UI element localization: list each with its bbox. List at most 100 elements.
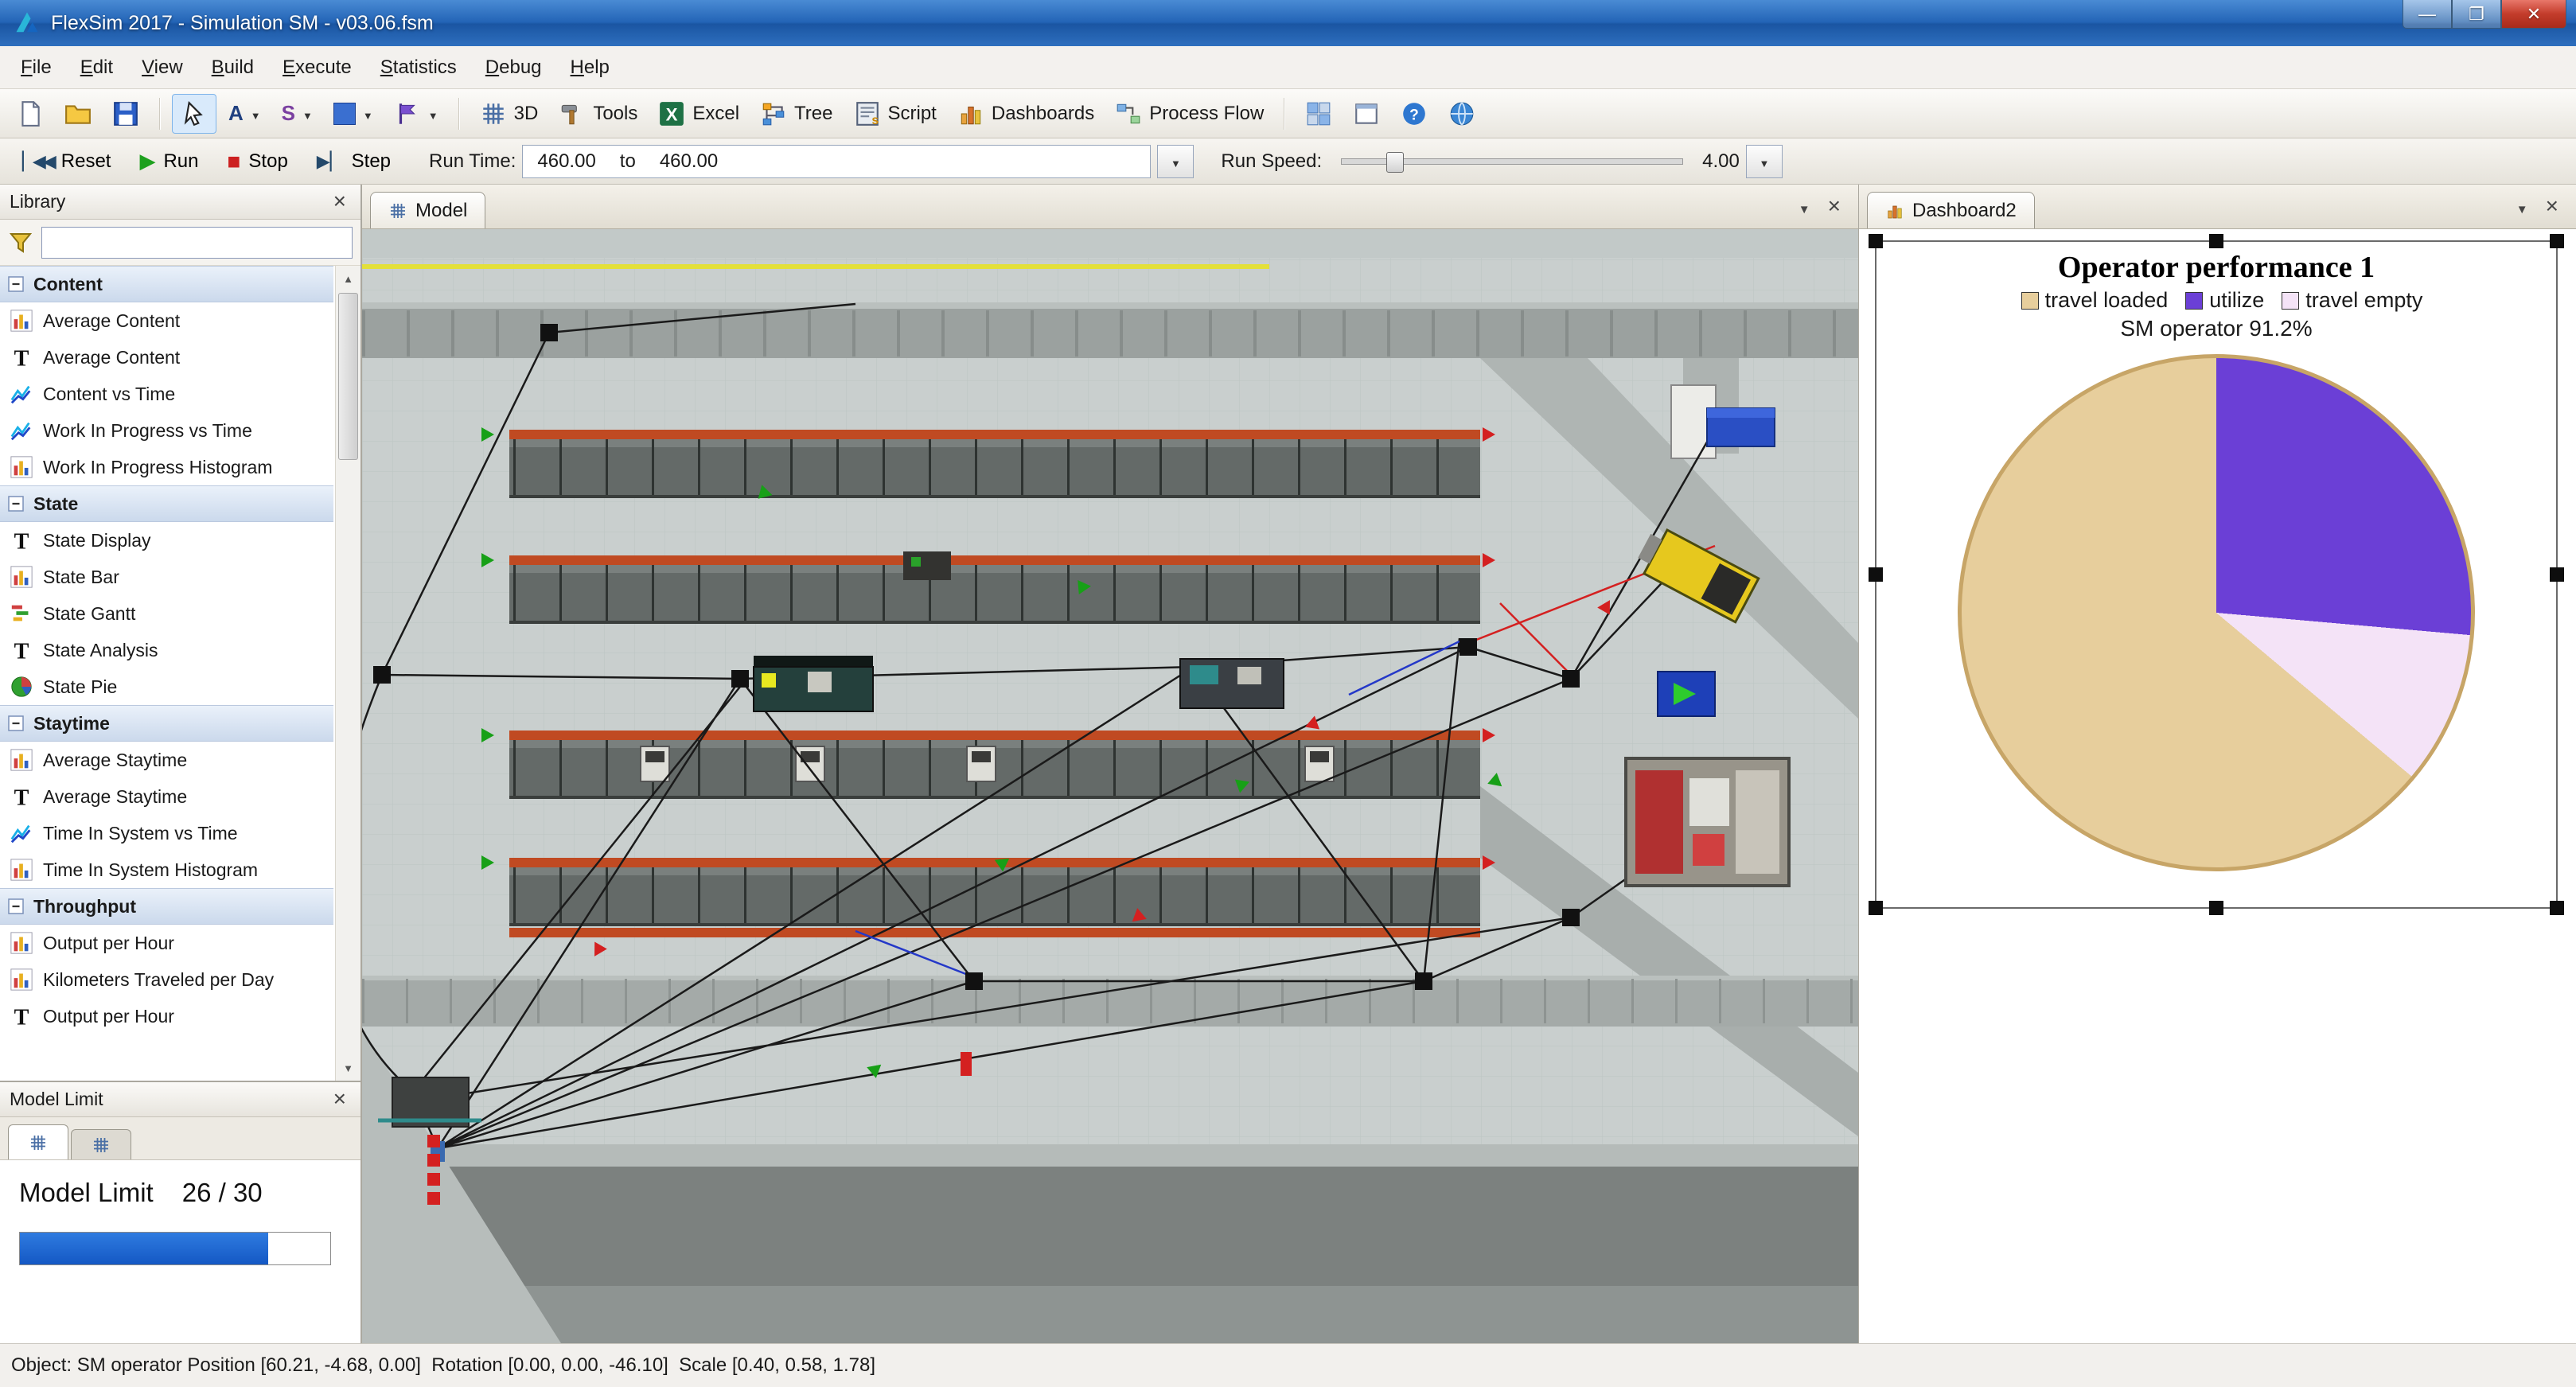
run-speed-dropdown-button[interactable] [1746,145,1783,178]
process-flow-button[interactable]: Process Flow [1106,94,1272,134]
menu-statistics[interactable]: Statistics [366,50,471,85]
chevron-down-icon[interactable] [428,103,438,125]
window-layout-button[interactable] [1296,94,1341,134]
measure-tool-button[interactable] [385,94,447,134]
online-button[interactable] [1440,94,1484,134]
library-item[interactable]: Time In System vs Time [0,815,333,851]
library-filter-input[interactable] [41,227,353,259]
library-item[interactable]: Average Staytime [0,778,333,815]
menu-edit[interactable]: Edit [66,50,127,85]
step-button[interactable]: Step [306,143,402,180]
connect-objects-s-button[interactable]: S [273,94,322,134]
new-window-button[interactable] [1344,94,1389,134]
minimize-button[interactable]: — [2403,0,2452,29]
scrollbar-thumb[interactable] [338,293,358,460]
dashboard-canvas[interactable]: Operator performance 1 travel loaded uti… [1859,229,2576,1343]
library-item[interactable]: State Pie [0,668,333,705]
menu-build[interactable]: Build [197,50,268,85]
excel-button[interactable]: Excel [649,94,748,134]
filter-funnel-icon[interactable] [8,230,33,255]
tab-list-dropdown-icon[interactable] [1799,197,1810,219]
selection-handle[interactable] [1869,901,1883,915]
selection-handle[interactable] [2550,901,2564,915]
library-item[interactable]: Average Staytime [0,742,333,778]
tab-dashboard2[interactable]: Dashboard2 [1867,192,2035,228]
library-item[interactable]: State Gantt [0,595,333,632]
library-item[interactable]: Output per Hour [0,925,333,961]
library-item[interactable]: Kilometers Traveled per Day [0,961,333,998]
library-section-throughput[interactable]: Throughput [0,888,333,925]
reset-button[interactable]: Reset [11,143,122,180]
menu-file[interactable]: File [6,50,66,85]
save-model-button[interactable] [103,94,148,134]
slider-thumb[interactable] [1386,152,1404,173]
tools-button[interactable]: Tools [550,94,646,134]
open-model-button[interactable] [56,94,100,134]
close-tab-icon[interactable] [2546,197,2558,219]
library-item[interactable]: State Bar [0,559,333,595]
tab-model[interactable]: Model [370,192,485,228]
selection-handle[interactable] [2550,234,2564,248]
library-section-staytime[interactable]: Staytime [0,705,333,742]
chevron-down-icon[interactable] [363,103,373,125]
library-item[interactable]: Average Content [0,339,333,376]
flexsim-app-icon[interactable] [13,9,41,37]
library-item[interactable]: Work In Progress vs Time [0,412,333,449]
open-3d-view-button[interactable]: 3D [471,94,548,134]
menu-debug[interactable]: Debug [471,50,556,85]
close-icon[interactable] [329,190,351,213]
run-time-field[interactable]: 460.00 to 460.00 [522,145,1151,178]
library-section-state[interactable]: State [0,485,333,522]
run-time-dropdown-button[interactable] [1157,145,1194,178]
selection-handle[interactable] [2550,567,2564,582]
close-icon[interactable] [329,1088,351,1111]
help-button[interactable] [1392,94,1436,134]
maximize-button[interactable]: ❐ [2452,0,2501,29]
collapse-icon[interactable] [6,714,25,733]
library-item[interactable]: State Analysis [0,632,333,668]
library-section-content[interactable]: Content [0,266,333,302]
library-title: Library [10,191,65,212]
run-speed-slider[interactable] [1341,158,1683,165]
collapse-icon[interactable] [6,275,25,294]
script-button[interactable]: Script [845,94,945,134]
library-item[interactable]: Work In Progress Histogram [0,449,333,485]
menu-help[interactable]: Help [556,50,624,85]
model-limit-tab-1[interactable] [8,1124,68,1159]
selection-handle[interactable] [2209,901,2223,915]
library-item[interactable]: Output per Hour [0,998,333,1034]
close-button[interactable]: ✕ [2501,0,2566,29]
tree-button[interactable]: Tree [751,94,841,134]
menu-execute[interactable]: Execute [268,50,366,85]
create-objects-button[interactable] [325,94,382,134]
library-item[interactable]: Average Content [0,302,333,339]
selection-handle[interactable] [2209,234,2223,248]
collapse-icon[interactable] [6,494,25,513]
model-limit-tab-2[interactable] [71,1129,131,1159]
library-item[interactable]: State Display [0,522,333,559]
chevron-down-icon[interactable] [302,103,313,125]
menu-view[interactable]: View [127,50,197,85]
stop-button[interactable]: Stop [216,143,299,180]
collapse-icon[interactable] [6,897,25,916]
select-tool-button[interactable] [172,94,216,134]
library-item-label: Average Staytime [43,786,187,808]
pie-chart[interactable] [1958,354,2475,871]
scroll-up-icon[interactable]: ▲ [336,266,360,291]
chevron-down-icon[interactable] [251,103,261,125]
dashboards-button[interactable]: Dashboards [949,94,1103,134]
new-model-button[interactable] [8,94,53,134]
pie-chart-widget[interactable]: Operator performance 1 travel loaded uti… [1875,240,2558,909]
model-3d-view[interactable] [362,229,1858,1343]
library-item[interactable]: Content vs Time [0,376,333,412]
selection-handle[interactable] [1869,234,1883,248]
tab-list-dropdown-icon[interactable] [2516,197,2528,219]
close-tab-icon[interactable] [1828,197,1841,219]
library-scrollbar[interactable]: ▲ ▼ [335,266,360,1081]
scroll-down-icon[interactable]: ▼ [336,1055,360,1081]
library-item[interactable]: Time In System Histogram [0,851,333,888]
selection-handle[interactable] [1869,567,1883,582]
window-icon [1353,100,1380,127]
run-button[interactable]: Run [128,143,209,180]
connect-objects-a-button[interactable]: A [220,94,270,134]
